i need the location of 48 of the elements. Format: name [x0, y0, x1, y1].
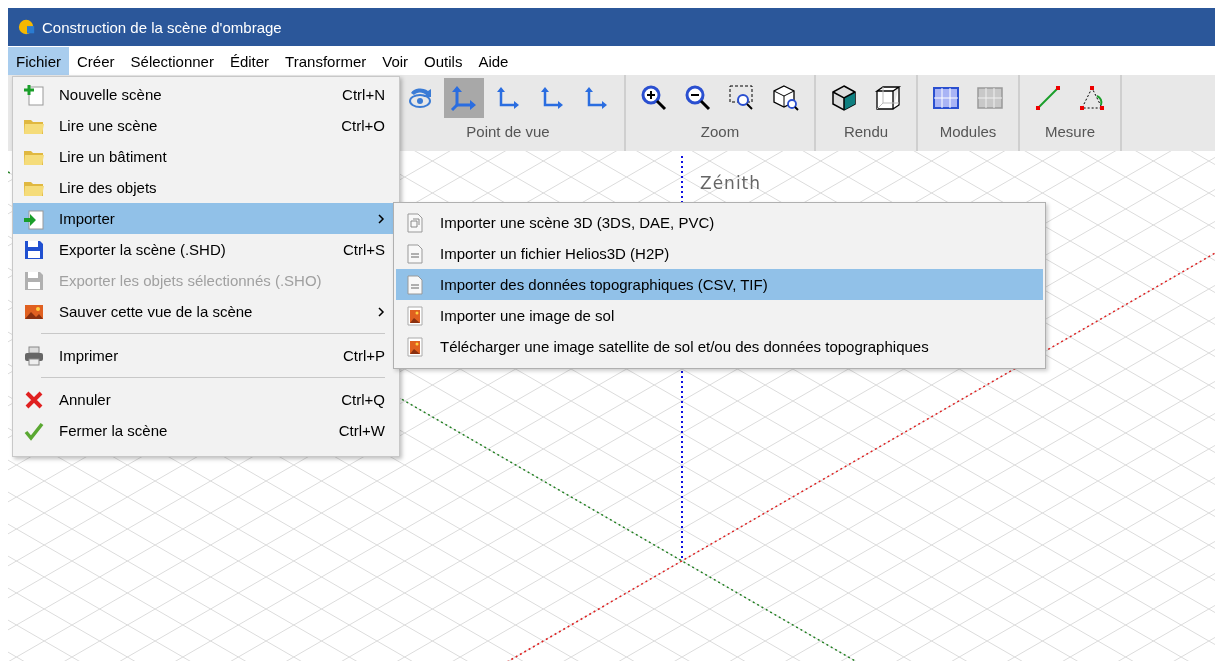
menu-item[interactable]: Fermer la scène Ctrl+W — [13, 415, 399, 446]
import-icon — [23, 207, 45, 230]
menu-bar-item[interactable]: Aide — [470, 47, 517, 75]
document-icon — [404, 211, 426, 234]
menu-item[interactable]: Sauver cette vue de la scène — [13, 296, 399, 327]
solid-cube-icon — [829, 83, 859, 113]
menu-bar-item[interactable]: Créer — [69, 47, 123, 75]
menu-item[interactable]: Importer une image de sol — [396, 300, 1043, 331]
menu-item[interactable]: Importer des données topographiques (CSV, TIF) — [396, 269, 1043, 300]
menu-bar-item[interactable]: Fichier — [8, 47, 69, 75]
axis-label: Zénith — [700, 173, 762, 193]
distance-icon — [1033, 83, 1063, 113]
save-icon — [23, 269, 45, 292]
chevron-icon — [377, 212, 385, 225]
toolbar-group-label: Modules — [939, 123, 997, 140]
menu-item[interactable]: Lire des objets — [13, 172, 399, 203]
menu-item[interactable]: Annuler Ctrl+Q — [13, 384, 399, 415]
new-document-icon — [23, 83, 45, 106]
menu-bar-item[interactable]: Éditer — [221, 47, 278, 75]
menu-item[interactable]: Imprimer Ctrl+P — [13, 340, 399, 371]
angle-icon — [1077, 83, 1107, 113]
window-title: Construction de la scène d'ombrage — [42, 18, 282, 36]
app-icon — [18, 18, 36, 36]
toolbar-group-label: Zoom — [700, 123, 740, 140]
zoom-in-icon — [639, 83, 669, 113]
printer-icon — [23, 344, 45, 367]
menu-item[interactable]: Importer un fichier Helios3D (H2P) — [396, 238, 1043, 269]
menu-bar-item[interactable]: Transformer — [277, 47, 375, 75]
menu-item[interactable]: Lire une scène Ctrl+O — [13, 110, 399, 141]
menu-item[interactable]: Télécharger une image satellite de sol et/ou des données topographiques — [396, 331, 1043, 362]
menu-bar-item[interactable]: Sélectionner — [122, 47, 222, 75]
toolbar-group-label: Rendu — [843, 123, 889, 140]
toolbar-group-label: Point de vue — [466, 123, 550, 140]
image-icon — [404, 335, 426, 358]
document-icon — [404, 242, 426, 265]
menu-item[interactable]: Nouvelle scène Ctrl+N — [13, 79, 399, 110]
document-icon — [404, 273, 426, 296]
wireframe-cube-icon — [873, 83, 903, 113]
menu-bar-item[interactable]: Voir — [374, 47, 417, 75]
menu-bar-item[interactable]: Outils — [416, 47, 471, 75]
toolbar-group-label: Mesure — [1045, 123, 1095, 140]
cube-zoom-icon — [771, 83, 801, 113]
zoom-out-icon — [683, 83, 713, 113]
save-icon — [23, 238, 45, 261]
image-icon — [404, 304, 426, 327]
menu-item[interactable]: Importer une scène 3D (3DS, DAE, PVC) — [396, 207, 1043, 238]
menu-item[interactable]: Exporter la scène (.SHD) Ctrl+S — [13, 234, 399, 265]
chevron-icon — [377, 305, 385, 318]
